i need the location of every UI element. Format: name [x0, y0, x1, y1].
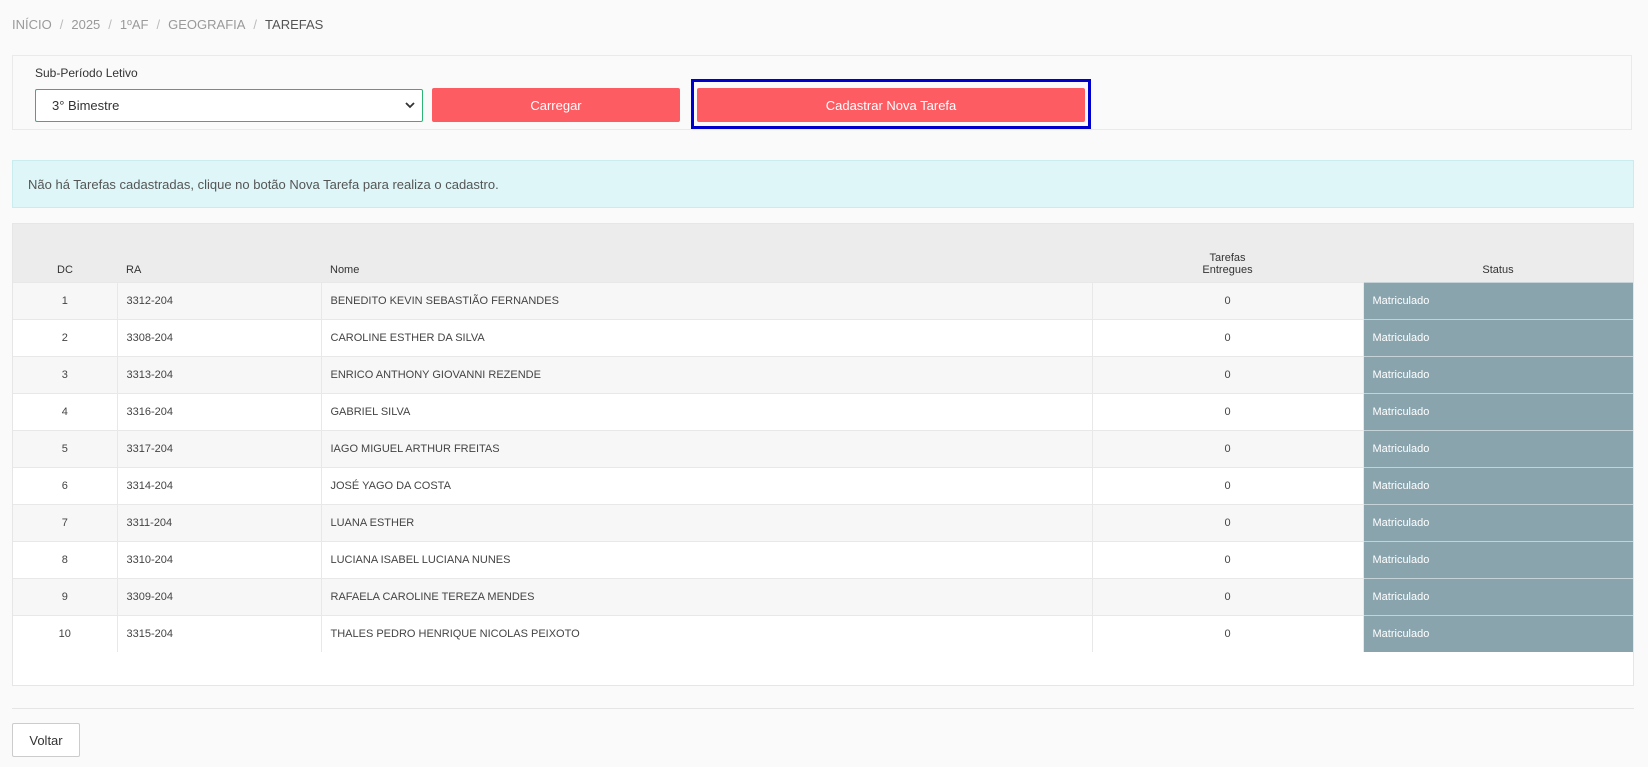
breadcrumb-item-inicio[interactable]: INÍCIO: [12, 17, 52, 32]
chevron-down-icon: [405, 102, 415, 109]
students-table-panel: DC RA Nome Tarefas Entregues Status 1 33…: [12, 223, 1634, 686]
info-alert: Não há Tarefas cadastradas, clique no bo…: [12, 160, 1634, 208]
filter-panel: Sub-Período Letivo 3° Bimestre Carregar …: [12, 55, 1632, 130]
sub-period-selected-value: 3° Bimestre: [52, 98, 120, 113]
status-badge: Matriculado: [1363, 430, 1633, 468]
cell-nome: IAGO MIGUEL ARTHUR FREITAS: [321, 430, 1093, 468]
cell-dc: 9: [13, 578, 118, 616]
table-row[interactable]: 2 3308-204 CAROLINE ESTHER DA SILVA 0 Ma…: [13, 319, 1633, 357]
cell-dc: 2: [13, 319, 118, 357]
cell-tarefas: 0: [1092, 541, 1364, 579]
breadcrumb-separator: /: [59, 17, 64, 32]
cell-nome: THALES PEDRO HENRIQUE NICOLAS PEIXOTO: [321, 615, 1093, 652]
header-dc[interactable]: DC: [13, 224, 117, 283]
breadcrumb-separator: /: [108, 17, 112, 32]
cell-ra: 3316-204: [117, 393, 322, 431]
header-tarefas-entregues[interactable]: Tarefas Entregues: [1092, 224, 1363, 283]
table-row[interactable]: 9 3309-204 RAFAELA CAROLINE TEREZA MENDE…: [13, 578, 1633, 616]
cell-nome: GABRIEL SILVA: [321, 393, 1093, 431]
cell-dc: 5: [13, 430, 118, 468]
table-header-row: DC RA Nome Tarefas Entregues Status: [13, 224, 1633, 283]
status-badge: Matriculado: [1363, 615, 1633, 652]
status-badge: Matriculado: [1363, 356, 1633, 394]
status-badge: Matriculado: [1363, 578, 1633, 616]
sub-period-select[interactable]: 3° Bimestre: [35, 89, 423, 122]
cell-tarefas: 0: [1092, 393, 1364, 431]
cell-dc: 10: [13, 615, 118, 652]
cell-ra: 3314-204: [117, 467, 322, 505]
status-badge: Matriculado: [1363, 319, 1633, 357]
cell-nome: LUCIANA ISABEL LUCIANA NUNES: [321, 541, 1093, 579]
breadcrumb-item-current: TAREFAS: [265, 17, 324, 32]
breadcrumb-item-year[interactable]: 2025: [71, 17, 100, 32]
header-ra[interactable]: RA: [117, 224, 321, 283]
status-badge: Matriculado: [1363, 467, 1633, 505]
cell-dc: 8: [13, 541, 118, 579]
breadcrumb: INÍCIO / 2025 / 1ºAF / GEOGRAFIA / TAREF…: [12, 17, 323, 32]
cell-dc: 7: [13, 504, 118, 542]
breadcrumb-separator: /: [253, 17, 258, 32]
cell-dc: 3: [13, 356, 118, 394]
table-row[interactable]: 4 3316-204 GABRIEL SILVA 0 Matriculado: [13, 393, 1633, 431]
cell-ra: 3313-204: [117, 356, 322, 394]
divider: [12, 708, 1634, 709]
cell-dc: 1: [13, 282, 118, 320]
table-row[interactable]: 8 3310-204 LUCIANA ISABEL LUCIANA NUNES …: [13, 541, 1633, 579]
table-row[interactable]: 5 3317-204 IAGO MIGUEL ARTHUR FREITAS 0 …: [13, 430, 1633, 468]
sub-period-label: Sub-Período Letivo: [35, 66, 138, 80]
cell-dc: 6: [13, 467, 118, 505]
cell-dc: 4: [13, 393, 118, 431]
cell-nome: JOSÉ YAGO DA COSTA: [321, 467, 1093, 505]
table-row[interactable]: 3 3313-204 ENRICO ANTHONY GIOVANNI REZEN…: [13, 356, 1633, 394]
cell-tarefas: 0: [1092, 467, 1364, 505]
header-tarefas-line2: Entregues: [1202, 264, 1253, 276]
breadcrumb-item-class[interactable]: 1ºAF: [120, 17, 149, 32]
back-button[interactable]: Voltar: [12, 723, 80, 757]
cell-nome: RAFAELA CAROLINE TEREZA MENDES: [321, 578, 1093, 616]
header-status[interactable]: Status: [1363, 224, 1633, 283]
cell-tarefas: 0: [1092, 430, 1364, 468]
load-button[interactable]: Carregar: [432, 88, 680, 122]
new-task-button[interactable]: Cadastrar Nova Tarefa: [697, 88, 1085, 122]
status-badge: Matriculado: [1363, 504, 1633, 542]
cell-nome: ENRICO ANTHONY GIOVANNI REZENDE: [321, 356, 1093, 394]
status-badge: Matriculado: [1363, 393, 1633, 431]
cell-tarefas: 0: [1092, 282, 1364, 320]
table-row[interactable]: 6 3314-204 JOSÉ YAGO DA COSTA 0 Matricul…: [13, 467, 1633, 505]
header-nome[interactable]: Nome: [321, 224, 1092, 283]
cell-ra: 3310-204: [117, 541, 322, 579]
cell-tarefas: 0: [1092, 578, 1364, 616]
cell-nome: CAROLINE ESTHER DA SILVA: [321, 319, 1093, 357]
cell-tarefas: 0: [1092, 615, 1364, 652]
cell-ra: 3317-204: [117, 430, 322, 468]
status-badge: Matriculado: [1363, 541, 1633, 579]
header-tarefas-line1: Tarefas: [1209, 252, 1246, 264]
info-alert-text: Não há Tarefas cadastradas, clique no bo…: [28, 176, 499, 192]
table-row[interactable]: 1 3312-204 BENEDITO KEVIN SEBASTIÃO FERN…: [13, 282, 1633, 320]
cell-tarefas: 0: [1092, 504, 1364, 542]
cell-nome: BENEDITO KEVIN SEBASTIÃO FERNANDES: [321, 282, 1093, 320]
breadcrumb-separator: /: [156, 17, 161, 32]
cell-ra: 3315-204: [117, 615, 322, 652]
cell-ra: 3309-204: [117, 578, 322, 616]
table-row[interactable]: 7 3311-204 LUANA ESTHER 0 Matriculado: [13, 504, 1633, 542]
breadcrumb-item-subject[interactable]: GEOGRAFIA: [168, 17, 245, 32]
cell-ra: 3308-204: [117, 319, 322, 357]
cell-nome: LUANA ESTHER: [321, 504, 1093, 542]
table-row[interactable]: 10 3315-204 THALES PEDRO HENRIQUE NICOLA…: [13, 615, 1633, 652]
students-table: DC RA Nome Tarefas Entregues Status 1 33…: [13, 224, 1633, 652]
cell-ra: 3312-204: [117, 282, 322, 320]
cell-ra: 3311-204: [117, 504, 322, 542]
cell-tarefas: 0: [1092, 356, 1364, 394]
cell-tarefas: 0: [1092, 319, 1364, 357]
status-badge: Matriculado: [1363, 282, 1633, 320]
